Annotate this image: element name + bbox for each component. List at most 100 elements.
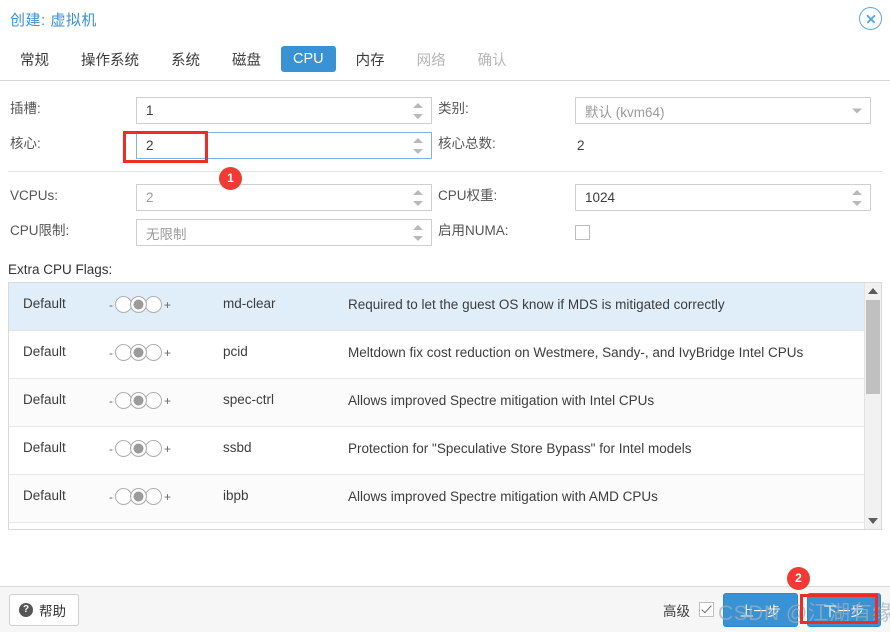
cpu-limit-input[interactable]: 无限制 bbox=[136, 219, 432, 246]
total-cores-value: 2 bbox=[577, 138, 585, 153]
flag-toggle[interactable]: - + bbox=[109, 391, 223, 409]
tab-cpu[interactable]: CPU bbox=[281, 46, 336, 72]
flag-option-on[interactable] bbox=[145, 344, 162, 361]
scrollbar-thumb[interactable] bbox=[866, 300, 880, 394]
cpu-units-input[interactable]: 1024 bbox=[575, 184, 871, 211]
flag-toggle[interactable]: - + bbox=[109, 295, 223, 313]
vcpus-control: 2 bbox=[136, 180, 436, 215]
sockets-label: 插槽: bbox=[10, 101, 41, 116]
flag-option-on[interactable] bbox=[145, 488, 162, 505]
cpu-type-select[interactable]: 默认 (kvm64) bbox=[575, 97, 871, 124]
cores-value: 2 bbox=[146, 138, 154, 153]
table-row[interactable]: Default - + ibpb Allows improved Spectre… bbox=[9, 475, 864, 523]
flag-segmented-control[interactable] bbox=[115, 488, 162, 505]
flag-name: md-clear bbox=[223, 296, 276, 311]
flag-option-default[interactable] bbox=[130, 392, 147, 409]
flag-option-default[interactable] bbox=[130, 488, 147, 505]
enable-numa-checkbox[interactable] bbox=[575, 225, 590, 240]
cpu-units-value: 1024 bbox=[585, 190, 616, 205]
chevron-down-icon[interactable] bbox=[852, 108, 862, 113]
help-button-label: 帮助 bbox=[39, 603, 66, 619]
cpu-limit-label: CPU限制: bbox=[10, 223, 70, 238]
advanced-checkbox[interactable] bbox=[699, 602, 714, 617]
plus-label: + bbox=[164, 441, 172, 456]
flag-state: Default bbox=[23, 392, 66, 407]
extra-cpu-flags-table: Default - + md-clear Required to let the… bbox=[8, 282, 882, 530]
flags-rows: Default - + md-clear Required to let the… bbox=[9, 283, 864, 529]
flags-scrollbar[interactable] bbox=[864, 283, 881, 529]
page-title: 创建: 虚拟机 bbox=[10, 12, 97, 29]
flag-state: Default bbox=[23, 488, 66, 503]
flag-segmented-control[interactable] bbox=[115, 440, 162, 457]
flag-option-default[interactable] bbox=[130, 440, 147, 457]
flag-option-on[interactable] bbox=[145, 440, 162, 457]
close-icon[interactable] bbox=[859, 7, 882, 30]
tab-disk[interactable]: 磁盘 bbox=[220, 44, 273, 75]
sockets-control: 1 bbox=[136, 93, 436, 128]
type-control-wrap: 类别: 默认 (kvm64) bbox=[436, 93, 882, 128]
flag-option-default[interactable] bbox=[130, 344, 147, 361]
cpu-limit-value: 无限制 bbox=[146, 226, 187, 242]
minus-label: - bbox=[109, 489, 113, 504]
flag-description: Required to let the guest OS know if MDS… bbox=[348, 297, 725, 312]
cpu-units-label: CPU权重: bbox=[438, 188, 498, 203]
flag-segmented-control[interactable] bbox=[115, 344, 162, 361]
table-row[interactable]: Default - + ssbd Protection for "Specula… bbox=[9, 427, 864, 475]
flag-state: Default bbox=[23, 344, 66, 359]
flag-option-default[interactable] bbox=[130, 296, 147, 313]
flag-option-on[interactable] bbox=[145, 296, 162, 313]
minus-label: - bbox=[109, 345, 113, 360]
minus-label: - bbox=[109, 393, 113, 408]
total-cores-label: 核心总数: bbox=[438, 136, 496, 151]
flag-description: Meltdown fix cost reduction on Westmere,… bbox=[348, 345, 804, 360]
flag-description: Protection for "Speculative Store Bypass… bbox=[348, 441, 692, 456]
flag-name: ssbd bbox=[223, 440, 252, 455]
back-button[interactable]: 上一步 bbox=[723, 592, 798, 627]
cores-label: 核心: bbox=[10, 136, 41, 151]
table-row[interactable]: Default - + virt-ssbd Basis for "Specula… bbox=[9, 523, 864, 529]
scroll-up-icon[interactable] bbox=[868, 288, 878, 294]
tab-memory[interactable]: 内存 bbox=[344, 44, 397, 75]
numa-wrap: 启用NUMA: bbox=[436, 215, 882, 250]
footer-actions: 高级 上一步 下一步 bbox=[663, 592, 881, 627]
sockets-stepper[interactable] bbox=[413, 102, 424, 119]
question-mark-icon: ? bbox=[19, 602, 33, 617]
tab-os[interactable]: 操作系统 bbox=[69, 44, 151, 75]
vcpus-input[interactable]: 2 bbox=[136, 184, 432, 211]
next-button[interactable]: 下一步 bbox=[806, 592, 881, 627]
plus-label: + bbox=[164, 345, 172, 360]
flag-segmented-control[interactable] bbox=[115, 296, 162, 313]
cores-stepper[interactable] bbox=[413, 137, 424, 154]
numa-label: 启用NUMA: bbox=[438, 223, 509, 238]
flag-name: spec-ctrl bbox=[223, 392, 275, 407]
tab-general[interactable]: 常规 bbox=[8, 44, 61, 75]
flag-name: pcid bbox=[223, 344, 248, 359]
cores-input[interactable]: 2 bbox=[136, 132, 432, 159]
plus-label: + bbox=[164, 489, 172, 504]
vcpus-stepper[interactable] bbox=[413, 189, 424, 206]
cpu-limit-stepper[interactable] bbox=[413, 224, 424, 241]
flag-toggle[interactable]: - + bbox=[109, 487, 223, 505]
table-row[interactable]: Default - + md-clear Required to let the… bbox=[9, 283, 864, 331]
cpu-form-bottom: VCPUs: 2 CPU权重: 1024 CPU限制: 无限制 启用NUMA: bbox=[0, 172, 890, 250]
cpu-units-stepper[interactable] bbox=[852, 189, 863, 206]
table-row[interactable]: Default - + pcid Meltdown fix cost reduc… bbox=[9, 331, 864, 379]
cpu-settings-panel: 插槽: 1 类别: 默认 (kvm64) 核心: 2 核心总数: 2 VCPUs… bbox=[0, 81, 890, 586]
cpu-type-value: 默认 (kvm64) bbox=[585, 104, 665, 120]
table-row[interactable]: Default - + spec-ctrl Allows improved Sp… bbox=[9, 379, 864, 427]
cpu-form-top: 插槽: 1 类别: 默认 (kvm64) 核心: 2 核心总数: 2 bbox=[0, 81, 890, 163]
help-button[interactable]: ? 帮助 bbox=[9, 593, 79, 626]
scroll-down-icon[interactable] bbox=[868, 518, 878, 524]
flag-option-on[interactable] bbox=[145, 392, 162, 409]
flag-toggle[interactable]: - + bbox=[109, 343, 223, 361]
wizard-tabbar: 常规 操作系统 系统 磁盘 CPU 内存 网络 确认 bbox=[0, 38, 890, 81]
dialog-footer: ? 帮助 高级 上一步 下一步 bbox=[0, 586, 890, 632]
plus-label: + bbox=[164, 393, 172, 408]
cpu-limit-control: 无限制 bbox=[136, 215, 436, 250]
flag-segmented-control[interactable] bbox=[115, 392, 162, 409]
type-label: 类别: bbox=[438, 101, 469, 116]
flag-toggle[interactable]: - + bbox=[109, 439, 223, 457]
tab-system[interactable]: 系统 bbox=[159, 44, 212, 75]
sockets-input[interactable]: 1 bbox=[136, 97, 432, 124]
tab-confirm: 确认 bbox=[477, 52, 507, 69]
